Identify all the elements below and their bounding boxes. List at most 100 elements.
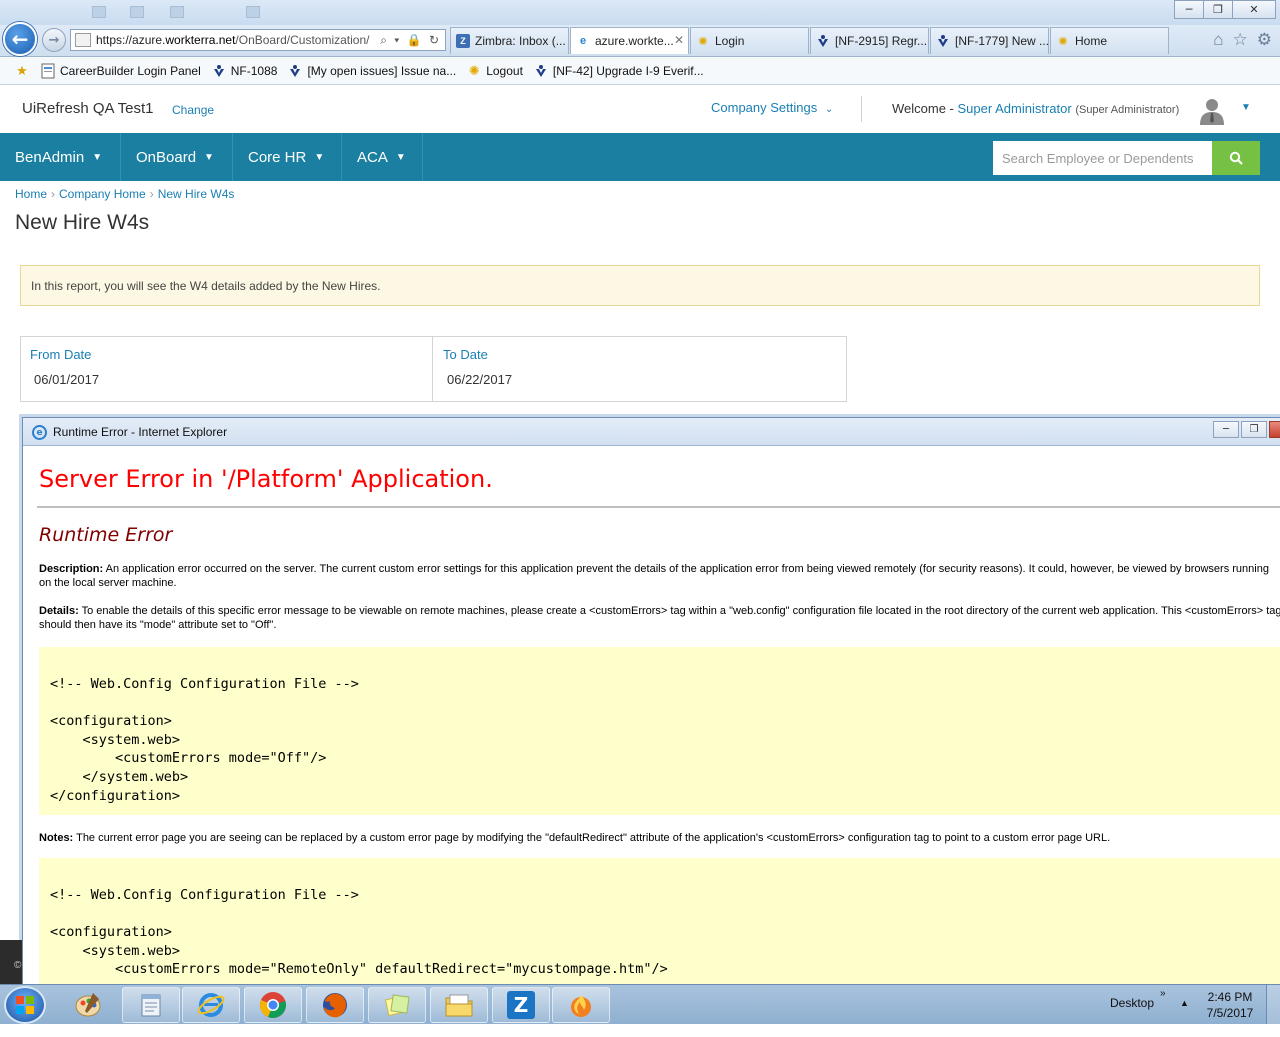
popup-close-button[interactable] xyxy=(1269,421,1280,438)
user-name-link[interactable]: Super Administrator xyxy=(958,101,1072,116)
taskbar: Z Desktop » ▲ 2:46 PM 7/5/2017 xyxy=(0,984,1280,1025)
star-icon[interactable]: ☆ xyxy=(1233,30,1248,50)
file-explorer-icon[interactable] xyxy=(430,987,488,1023)
company-settings-menu[interactable]: Company Settings ⌄ xyxy=(711,100,833,115)
tab-azure[interactable]: e azure.workte... ✕ xyxy=(570,27,689,54)
popup-content: Server Error in '/Platform' Application.… xyxy=(27,448,1280,996)
to-date-field[interactable]: To Date 06/22/2017 xyxy=(434,337,846,401)
favorite-nf-1088[interactable]: NF-1088 xyxy=(211,63,277,79)
custom-page-code-block: <!-- Web.Config Configuration File --> <… xyxy=(39,858,1280,996)
window-controls: ─ ❐ ✕ xyxy=(1174,0,1276,19)
show-desktop-button[interactable] xyxy=(1266,985,1280,1025)
info-message: In this report, you will see the W4 deta… xyxy=(20,265,1260,306)
avatar[interactable] xyxy=(1197,96,1227,126)
user-role: (Super Administrator) xyxy=(1075,104,1180,116)
breadcrumb-company-home[interactable]: Company Home xyxy=(59,187,146,201)
user-menu-caret-icon[interactable]: ▼ xyxy=(1241,102,1251,113)
address-tools[interactable]: ⌕ ▾ 🔒 ↻ xyxy=(376,33,445,48)
custom-page-code: <!-- Web.Config Configuration File --> <… xyxy=(50,887,668,978)
config-code-block: <!-- Web.Config Configuration File --> <… xyxy=(39,647,1280,815)
favorite-my-open-issues[interactable]: [My open issues] Issue na... xyxy=(287,63,456,79)
forward-button[interactable]: → xyxy=(42,28,66,52)
nav-aca[interactable]: ACA ▼ xyxy=(342,133,423,181)
toolbar-chevron-icon[interactable]: » xyxy=(1160,988,1166,999)
clock-date: 7/5/2017 xyxy=(1206,1006,1254,1020)
system-clock[interactable]: 2:46 PM 7/5/2017 xyxy=(1198,989,1262,1021)
change-company-link[interactable]: Change xyxy=(172,103,214,117)
browser-tools: ⌂ ☆ ⚙ xyxy=(1213,30,1272,50)
firefox-icon[interactable] xyxy=(306,987,364,1023)
windows-logo-icon xyxy=(16,996,34,1014)
desktop-toolbar-label[interactable]: Desktop xyxy=(1110,996,1154,1010)
sun-icon: ✺ xyxy=(698,35,708,48)
tab-login[interactable]: ✺ Login xyxy=(690,27,809,54)
add-favorites-icon[interactable]: ★ xyxy=(14,63,34,79)
internet-explorer-icon[interactable] xyxy=(182,987,240,1023)
popup-minimize-button[interactable]: ─ xyxy=(1213,421,1239,438)
back-button[interactable]: ← xyxy=(3,22,37,56)
jira-icon xyxy=(936,34,950,48)
minimize-button[interactable]: ─ xyxy=(1174,0,1204,19)
breadcrumb-home[interactable]: Home xyxy=(15,187,47,201)
breadcrumb-current[interactable]: New Hire W4s xyxy=(158,187,235,201)
tab-nf-2915[interactable]: [NF-2915] Regr... xyxy=(810,27,929,54)
favorite-nf-42[interactable]: [NF-42] Upgrade I-9 Everif... xyxy=(533,63,704,79)
back-arrow-icon: ← xyxy=(11,27,29,51)
error-subheading: Runtime Error xyxy=(39,524,173,546)
error-divider xyxy=(37,506,1280,508)
start-button[interactable] xyxy=(4,986,46,1024)
to-date-label: To Date xyxy=(443,347,488,362)
chrome-icon[interactable] xyxy=(244,987,302,1023)
to-date-value[interactable]: 06/22/2017 xyxy=(447,372,512,387)
popup-titlebar: e Runtime Error - Internet Explorer ─ ❐ xyxy=(23,418,1280,446)
browser-navbar: ← → https://azure.workterra.net/OnBoard/… xyxy=(0,22,1280,57)
search-button[interactable] xyxy=(1212,141,1260,175)
page-icon xyxy=(75,33,91,47)
chevron-down-icon: ▼ xyxy=(314,151,325,163)
favorite-logout[interactable]: ✺ Logout xyxy=(466,63,523,79)
tab-zimbra[interactable]: Z Zimbra: Inbox (... xyxy=(450,27,569,54)
jira-icon xyxy=(287,63,303,79)
popup-restore-button[interactable]: ❐ xyxy=(1241,421,1267,438)
chevron-down-icon: ▼ xyxy=(395,151,406,163)
nav-core-hr[interactable]: Core HR ▼ xyxy=(233,133,342,181)
config-code: <!-- Web.Config Configuration File --> <… xyxy=(50,676,359,804)
restore-button[interactable]: ❐ xyxy=(1203,0,1233,19)
search-employee-input[interactable] xyxy=(993,141,1213,175)
sticky-notes-icon[interactable] xyxy=(368,987,426,1023)
burn-icon[interactable] xyxy=(552,987,610,1023)
page-icon xyxy=(40,63,56,79)
tab-home[interactable]: ✺ Home xyxy=(1050,27,1169,54)
from-date-field[interactable]: From Date 06/01/2017 xyxy=(21,337,433,401)
welcome-text: Welcome - Super Administrator (Super Adm… xyxy=(892,101,1180,116)
nav-benadmin[interactable]: BenAdmin ▼ xyxy=(0,133,121,181)
zimbra-desktop-icon[interactable]: Z xyxy=(492,987,550,1023)
address-url[interactable]: https://azure.workterra.net/OnBoard/Cust… xyxy=(96,33,376,47)
titlebar-decoration xyxy=(170,6,184,18)
bottom-strip xyxy=(0,1024,1280,1037)
notepad-icon[interactable] xyxy=(122,987,180,1023)
left-edge-strip: © xyxy=(0,940,22,984)
company-name: UiRefresh QA Test1 xyxy=(22,100,154,117)
titlebar-decoration xyxy=(246,6,260,18)
zimbra-icon: Z xyxy=(456,34,470,48)
titlebar-decoration xyxy=(130,6,144,18)
screen: ─ ❐ ✕ ← → https://azure.workterra.net/On… xyxy=(0,0,1280,1037)
address-bar[interactable]: https://azure.workterra.net/OnBoard/Cust… xyxy=(70,29,446,51)
close-button[interactable]: ✕ xyxy=(1232,0,1276,19)
show-hidden-icons-icon[interactable]: ▲ xyxy=(1180,998,1189,1008)
jira-icon xyxy=(816,34,830,48)
favorite-careerbuilder[interactable]: CareerBuilder Login Panel xyxy=(40,63,201,79)
popup-title: Runtime Error - Internet Explorer xyxy=(53,425,228,439)
close-tab-icon[interactable]: ✕ xyxy=(674,33,684,47)
tab-nf-1779[interactable]: [NF-1779] New ... xyxy=(930,27,1049,54)
gear-icon[interactable]: ⚙ xyxy=(1257,30,1272,50)
main-nav: BenAdmin ▼ OnBoard ▼ Core HR ▼ ACA ▼ xyxy=(0,133,1280,181)
nav-onboard[interactable]: OnBoard ▼ xyxy=(121,133,233,181)
from-date-label: From Date xyxy=(30,347,92,362)
favorites-bar: ★ CareerBuilder Login Panel NF-1088 [My … xyxy=(0,57,1280,85)
paint-icon[interactable] xyxy=(64,987,112,1023)
ie-page-icon: e xyxy=(579,35,587,47)
home-icon[interactable]: ⌂ xyxy=(1213,30,1223,50)
from-date-value[interactable]: 06/01/2017 xyxy=(34,372,99,387)
